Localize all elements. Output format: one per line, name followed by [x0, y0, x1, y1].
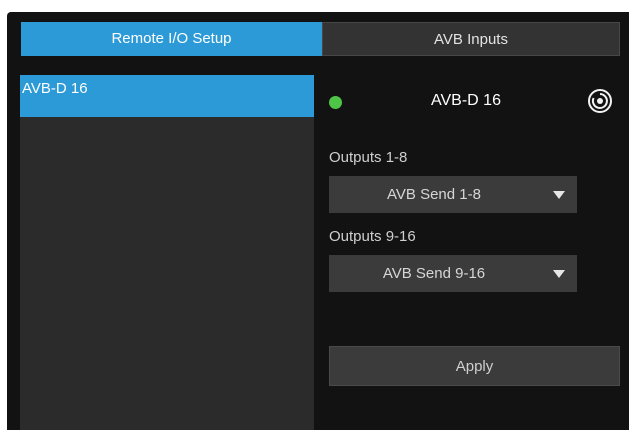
- tab-remote-io-setup[interactable]: Remote I/O Setup: [21, 22, 322, 56]
- status-indicator: [329, 96, 342, 109]
- outputs-9-16-label: Outputs 9-16: [329, 228, 416, 245]
- outputs-1-8-label: Outputs 1-8: [329, 149, 408, 166]
- tab-avb-inputs[interactable]: AVB Inputs: [322, 22, 620, 56]
- device-header: AVB-D 16: [326, 86, 622, 118]
- device-list: AVB-D 16: [20, 75, 314, 430]
- device-list-item[interactable]: AVB-D 16: [20, 75, 314, 117]
- outputs-9-16-value: AVB Send 9-16: [382, 265, 486, 282]
- tab-bar: Remote I/O Setup AVB Inputs: [21, 22, 620, 56]
- chevron-down-icon: [553, 191, 565, 199]
- remote-io-panel: Remote I/O Setup AVB Inputs AVB-D 16 AVB…: [7, 12, 629, 430]
- outputs-1-8-dropdown[interactable]: AVB Send 1-8: [329, 176, 577, 213]
- device-name: AVB-D 16: [431, 92, 501, 109]
- outputs-9-16-dropdown[interactable]: AVB Send 9-16: [329, 255, 577, 292]
- chevron-down-icon: [553, 270, 565, 278]
- outputs-1-8-value: AVB Send 1-8: [387, 186, 481, 203]
- apply-button[interactable]: Apply: [329, 346, 620, 386]
- identify-icon[interactable]: [586, 87, 614, 115]
